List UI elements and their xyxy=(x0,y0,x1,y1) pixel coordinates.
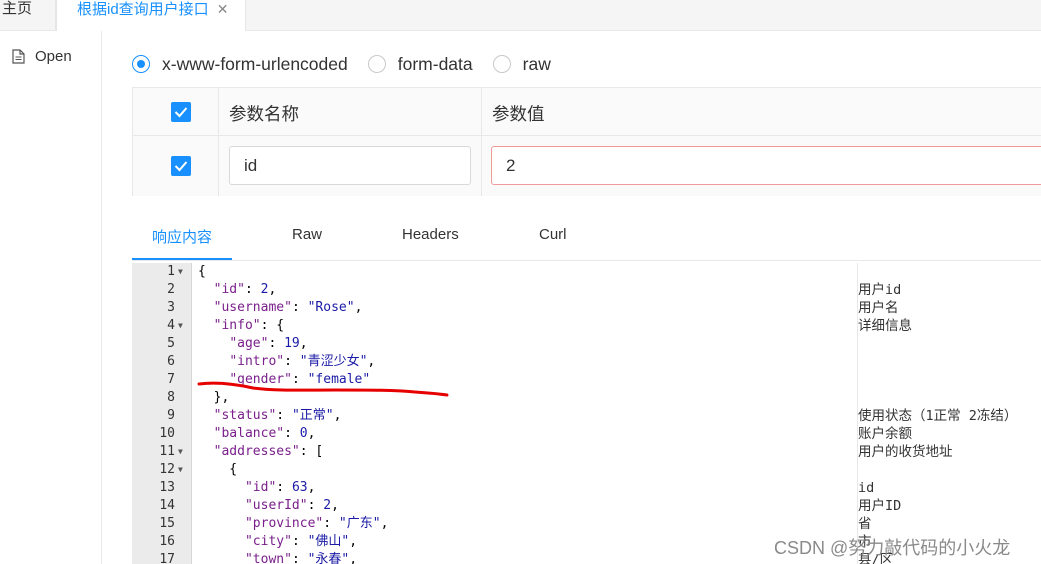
response-tabs: 响应内容 Raw Headers Curl xyxy=(132,213,1041,261)
field-comment: 使用状态（1正常 2冻结） xyxy=(858,408,1018,424)
param-value-input[interactable]: 2 xyxy=(491,146,1041,185)
header-param-value: 参数值 xyxy=(492,104,545,124)
code-line: 5 "age": 19, xyxy=(132,335,1041,353)
fold-arrow-icon[interactable]: ▼ xyxy=(178,263,183,281)
active-tab-indicator xyxy=(132,258,232,260)
params-table-header: 参数名称 参数值 xyxy=(133,88,1041,136)
tab-curl[interactable]: Curl xyxy=(539,226,567,243)
checkmark-icon xyxy=(174,107,188,118)
code-text: "info": { xyxy=(213,318,285,333)
radio-form-data[interactable]: form-data xyxy=(367,53,473,75)
tab-api-label: 根据id查询用户接口 xyxy=(77,1,209,18)
fold-arrow-icon[interactable]: ▼ xyxy=(178,317,183,335)
code-text: "intro": "青涩少女", xyxy=(229,354,376,369)
line-number: 6 xyxy=(167,354,175,369)
code-line: 6 "intro": "青涩少女", xyxy=(132,353,1041,371)
fold-arrow-icon[interactable]: ▼ xyxy=(178,461,183,479)
line-number: 4 xyxy=(167,318,175,333)
code-text: "city": "佛山", xyxy=(244,534,358,549)
tab-bar: 主页 根据id查询用户接口 ✕ xyxy=(0,0,1041,31)
line-number: 3 xyxy=(167,300,175,315)
code-line: 11 ▼ "addresses": [ 用户的收货地址 xyxy=(132,443,1041,461)
sidebar-item-open[interactable]: Open xyxy=(12,48,72,65)
param-name-input[interactable]: id xyxy=(229,146,471,185)
code-text: "town": "永春", xyxy=(244,552,358,564)
line-number: 2 xyxy=(167,282,175,297)
code-text: "balance": 0, xyxy=(213,426,316,441)
tab-home-label: 主页 xyxy=(2,0,33,17)
code-text: "status": "正常", xyxy=(213,408,342,423)
code-line: 15 "province": "广东", 省 xyxy=(132,515,1041,533)
radio-unchecked-icon[interactable] xyxy=(492,55,511,73)
table-row: id 2 xyxy=(133,136,1041,196)
select-all-checkbox[interactable] xyxy=(171,102,191,122)
radio-x-www-form-urlencoded[interactable]: x-www-form-urlencoded xyxy=(132,54,348,75)
code-text: "id": 63, xyxy=(244,480,316,495)
sidebar: Open xyxy=(0,31,102,564)
code-text: "id": 2, xyxy=(213,282,277,297)
radio-label: x-www-form-urlencoded xyxy=(162,53,348,74)
red-underline-annotation xyxy=(197,381,449,397)
radio-label: form-data xyxy=(397,53,473,74)
line-number: 1 xyxy=(167,264,175,279)
tab-home[interactable]: 主页 xyxy=(0,0,56,30)
field-comment: 用户ID xyxy=(858,498,902,514)
close-icon[interactable]: ✕ xyxy=(217,1,229,17)
code-text: "age": 19, xyxy=(229,336,308,351)
code-text: "userId": 2, xyxy=(244,498,339,513)
code-text: { xyxy=(198,264,206,279)
code-line: 10 "balance": 0, 账户余额 xyxy=(132,425,1041,443)
code-line: 4 ▼ "info": { 详细信息 xyxy=(132,317,1041,335)
code-text: "province": "广东", xyxy=(244,516,389,531)
line-number: 8 xyxy=(167,390,175,405)
code-line: 1 ▼ { xyxy=(132,263,1041,281)
line-number: 5 xyxy=(167,336,175,351)
line-number: 16 xyxy=(159,534,175,549)
document-icon xyxy=(12,49,25,64)
row-checkbox[interactable] xyxy=(171,156,191,176)
watermark: CSDN @努力敲代码的小火龙 xyxy=(774,538,1011,558)
field-comment: 账户余额 xyxy=(858,426,912,442)
field-comment: 省 xyxy=(858,516,872,532)
tab-raw[interactable]: Raw xyxy=(292,226,322,243)
field-comment: id xyxy=(858,480,875,496)
line-number: 13 xyxy=(159,480,175,495)
header-param-name: 参数名称 xyxy=(229,104,299,124)
radio-label: raw xyxy=(522,53,551,74)
code-line: 2 "id": 2, 用户id xyxy=(132,281,1041,299)
field-comment: 用户的收货地址 xyxy=(858,444,953,460)
code-line: 9 "status": "正常", 使用状态（1正常 2冻结） xyxy=(132,407,1041,425)
line-number: 17 xyxy=(159,552,175,564)
tab-response-content[interactable]: 响应内容 xyxy=(152,226,212,247)
code-line: 3 "username": "Rose", 用户名 xyxy=(132,299,1041,317)
line-number: 11 xyxy=(159,444,175,459)
field-comment: 用户名 xyxy=(858,300,899,316)
line-number: 15 xyxy=(159,516,175,531)
code-text: { xyxy=(198,462,238,477)
radio-raw[interactable]: raw xyxy=(492,53,551,75)
field-comment: 详细信息 xyxy=(858,318,912,334)
tab-api-query-user[interactable]: 根据id查询用户接口 ✕ xyxy=(56,0,246,31)
line-number: 7 xyxy=(167,372,175,387)
code-line: 12 ▼ { xyxy=(132,461,1041,479)
checkmark-icon xyxy=(174,161,188,172)
response-code-view[interactable]: 1 ▼{2 "id": 2, 用户id 3 "username": "Rose", 用户… xyxy=(132,263,1041,564)
tab-headers[interactable]: Headers xyxy=(402,226,459,243)
line-number: 9 xyxy=(167,408,175,423)
body-type-radio-group: x-www-form-urlencoded form-data raw xyxy=(132,53,571,75)
params-table: 参数名称 参数值 id 2 xyxy=(132,87,1041,196)
fold-arrow-icon[interactable]: ▼ xyxy=(178,443,183,461)
radio-unchecked-icon[interactable] xyxy=(367,55,386,73)
sidebar-item-open-label: Open xyxy=(35,48,72,65)
code-text: "username": "Rose", xyxy=(213,300,363,315)
field-comment: 用户id xyxy=(858,282,902,298)
code-line: 14 "userId": 2, 用户ID xyxy=(132,497,1041,515)
code-text: "addresses": [ xyxy=(213,444,324,459)
radio-checked-icon[interactable] xyxy=(132,55,150,73)
line-number: 14 xyxy=(159,498,175,513)
code-line: 13 "id": 63, id xyxy=(132,479,1041,497)
line-number: 12 xyxy=(159,462,175,477)
line-number: 10 xyxy=(159,426,175,441)
